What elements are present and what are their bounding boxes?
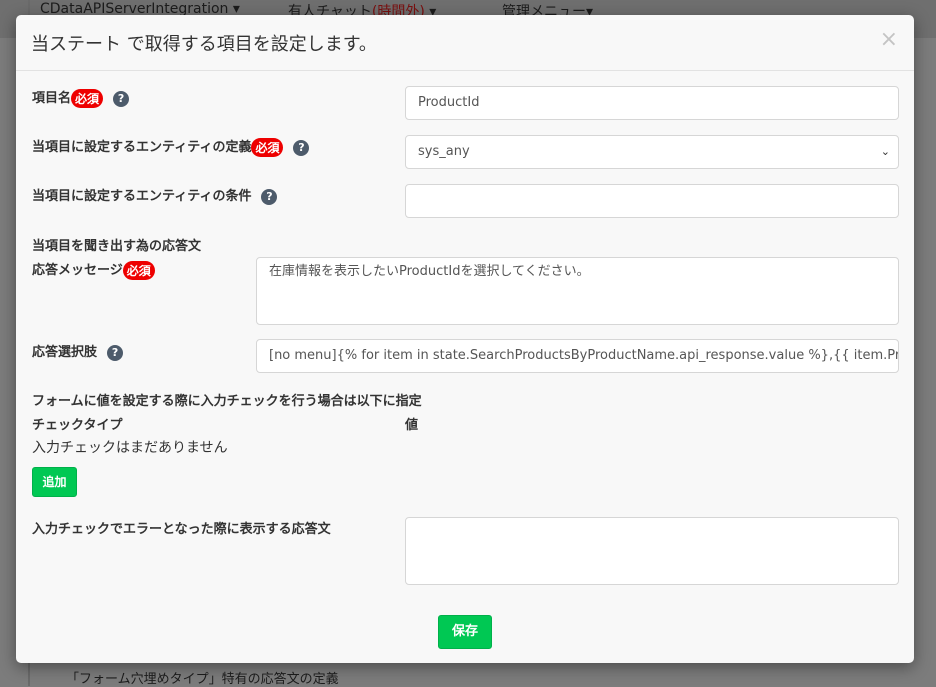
modal-title: 当ステート で取得する項目を設定します。 [31, 34, 377, 55]
chevron-down-icon: ⌄ [880, 145, 890, 158]
required-badge: 必須 [251, 138, 284, 157]
label-text: 項目名 [32, 91, 72, 106]
modal-header: 当ステート で取得する項目を設定します。 × [16, 15, 914, 71]
entity-condition-label: 当項目に設定するエンティティの条件? [32, 185, 278, 205]
response-options-label: 応答選択肢? [32, 341, 124, 361]
label-text: 当項目に設定するエンティティの条件 [32, 189, 252, 204]
save-button[interactable]: 保存 [438, 615, 492, 649]
required-badge: 必須 [71, 89, 104, 108]
no-checks-message: 入力チェックはまだありません [32, 440, 228, 456]
response-message-textarea[interactable]: 在庫情報を表示したいProductIdを選択してください。 [256, 257, 899, 325]
help-icon[interactable]: ? [261, 188, 278, 205]
label-text: 応答メッセージ [32, 263, 123, 278]
entity-definition-select[interactable]: sys_any ⌄ [405, 135, 899, 169]
item-name-input[interactable]: ProductId [405, 86, 899, 120]
item-settings-modal: 当ステート で取得する項目を設定します。 × 項目名 必須? ProductId … [16, 15, 914, 663]
help-icon[interactable]: ? [293, 139, 310, 156]
required-badge: 必須 [122, 261, 155, 280]
label-text: 当項目に設定するエンティティの定義 [32, 140, 252, 155]
entity-condition-input[interactable] [405, 184, 899, 218]
value-column-header: 値 [405, 418, 419, 433]
response-section-label: 当項目を聞き出す為の応答文 [32, 239, 202, 254]
selected-value: sys_any [418, 144, 470, 159]
help-icon[interactable]: ? [113, 90, 130, 107]
response-message-label: 応答メッセージ 必須 [32, 259, 155, 280]
label-text: 応答選択肢 [32, 345, 98, 360]
error-message-label: 入力チェックでエラーとなった際に表示する応答文 [32, 522, 331, 537]
add-check-button[interactable]: 追加 [32, 467, 77, 497]
entity-definition-label: 当項目に設定するエンティティの定義 必須? [32, 136, 310, 157]
check-type-column-header: チェックタイプ [32, 418, 123, 433]
response-options-input[interactable]: [no menu]{% for item in state.SearchProd… [256, 339, 899, 373]
input-check-section-label: フォームに値を設定する際に入力チェックを行う場合は以下に指定 [32, 394, 422, 409]
item-name-label: 項目名 必須? [32, 87, 130, 108]
error-message-textarea[interactable] [405, 517, 899, 585]
help-icon[interactable]: ? [107, 344, 124, 361]
close-icon[interactable]: × [880, 27, 898, 52]
background-section-title: 「フォーム穴埋めタイプ」特有の応答文の定義 [66, 672, 339, 687]
